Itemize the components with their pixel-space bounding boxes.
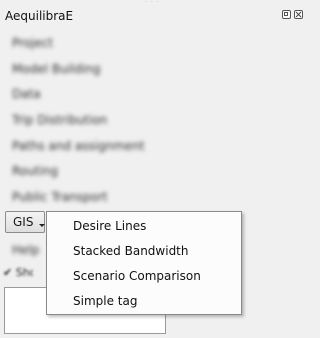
menu-option-simple-tag[interactable]: Simple tag	[47, 289, 241, 314]
gis-dropdown-menu: Desire Lines Stacked Bandwidth Scenario …	[46, 211, 242, 315]
close-panel-icon[interactable]	[294, 10, 303, 19]
dock-drag-grip[interactable]: · · ·	[145, 0, 160, 6]
menu-item-help[interactable]: Help	[12, 242, 44, 258]
gis-button-label: GIS	[13, 215, 34, 229]
menu-item-model-building[interactable]: Model Building	[12, 61, 101, 77]
float-panel-icon[interactable]	[282, 10, 291, 19]
gis-menu-button[interactable]: GIS	[5, 211, 45, 233]
menu-option-desire-lines[interactable]: Desire Lines	[47, 214, 241, 239]
show-checkbox[interactable]: ✔ Show	[3, 266, 33, 280]
menu-option-scenario-comparison[interactable]: Scenario Comparison	[47, 264, 241, 289]
menu-item-data[interactable]: Data	[12, 86, 41, 102]
dropdown-arrow-icon	[39, 224, 45, 227]
menu-item-project[interactable]: Project	[12, 35, 53, 51]
menu-item-routing[interactable]: Routing	[12, 163, 58, 179]
menu-item-trip-distribution[interactable]: Trip Distribution	[12, 112, 107, 128]
menu-option-stacked-bandwidth[interactable]: Stacked Bandwidth	[47, 239, 241, 264]
menu-item-paths-assignment[interactable]: Paths and assignment	[12, 138, 145, 154]
panel-title: AequilibraE	[5, 9, 74, 23]
menu-item-public-transport[interactable]: Public Transport	[12, 189, 108, 205]
